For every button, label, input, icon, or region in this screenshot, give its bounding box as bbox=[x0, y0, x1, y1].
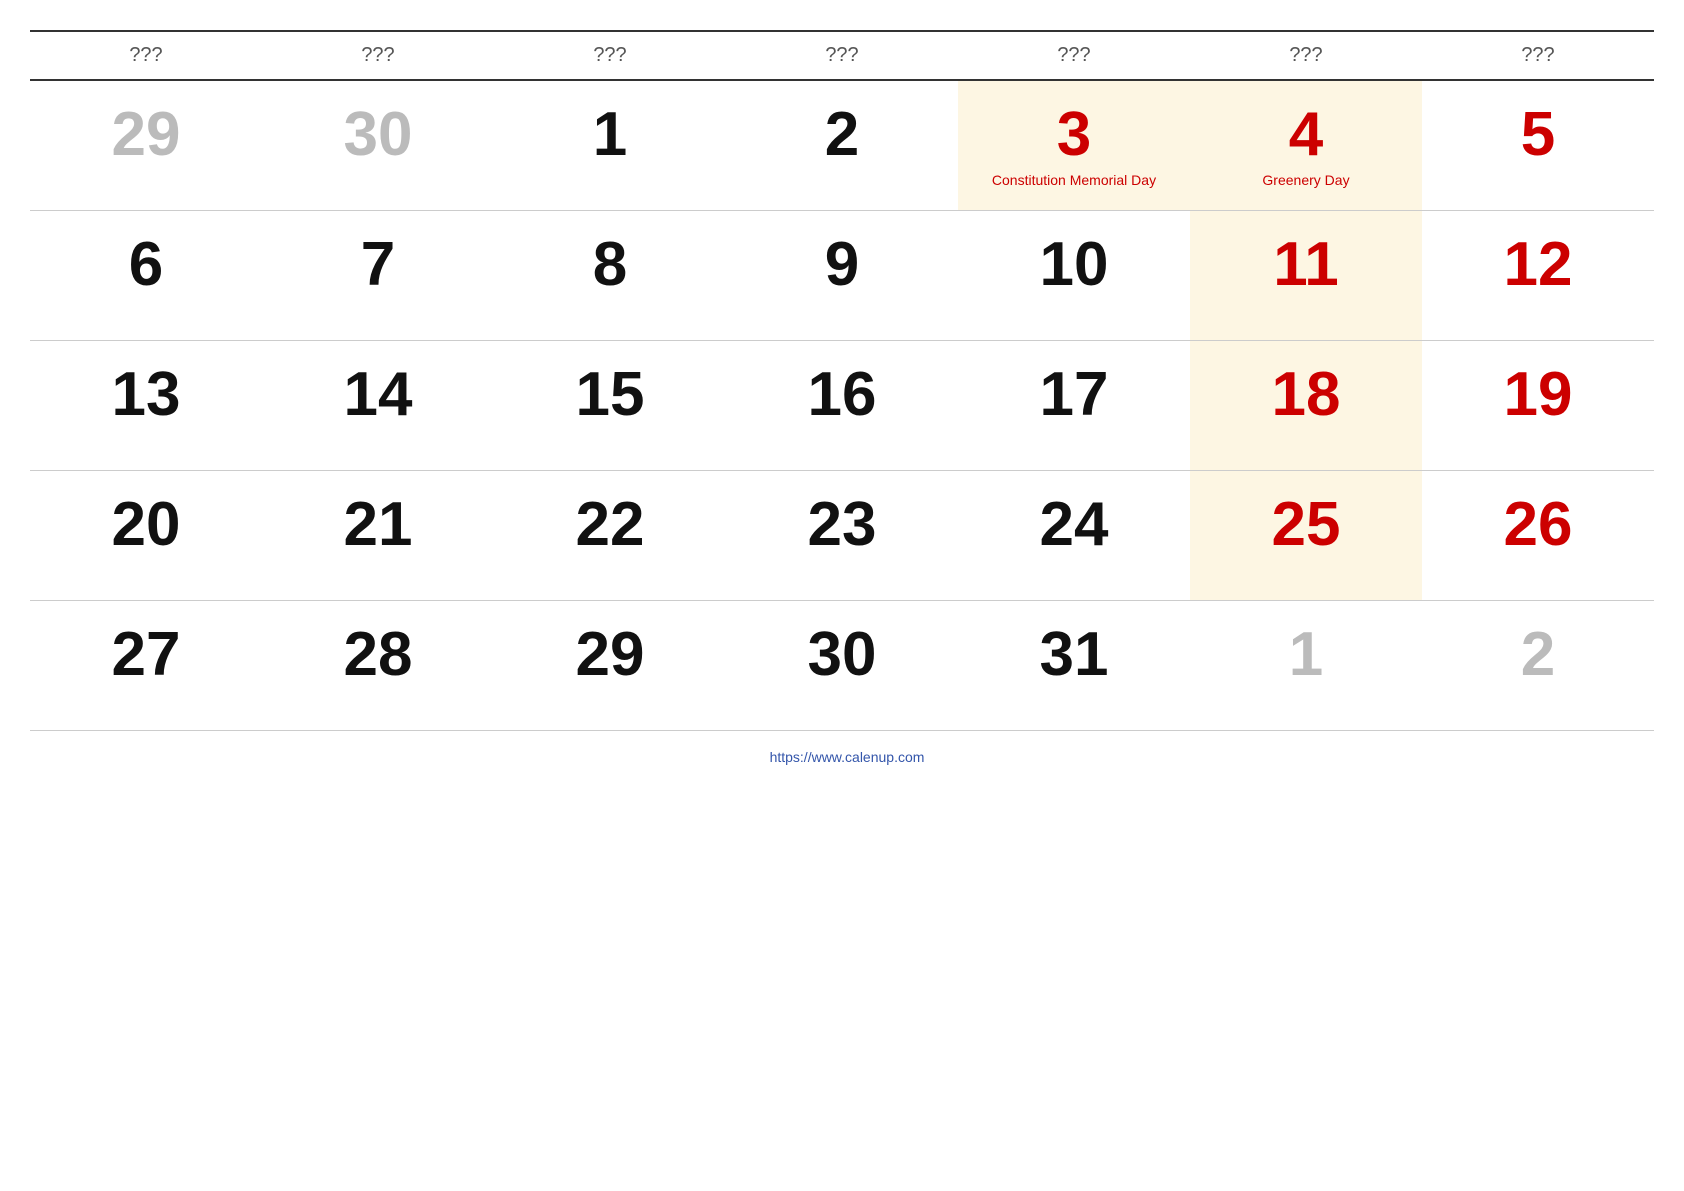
day-number: 19 bbox=[1432, 359, 1644, 430]
day-number: 23 bbox=[736, 489, 948, 560]
day-cell-3-2: 22 bbox=[494, 470, 726, 600]
day-cell-2-2: 15 bbox=[494, 340, 726, 470]
day-cell-2-1: 14 bbox=[262, 340, 494, 470]
week-row-3: 20 21 22 23 24 25 26 bbox=[30, 470, 1654, 600]
weekday-header-3: ??? bbox=[726, 31, 958, 80]
day-cell-4-6: 2 bbox=[1422, 600, 1654, 730]
day-number: 9 bbox=[736, 229, 948, 300]
day-cell-0-6: 5 bbox=[1422, 80, 1654, 210]
day-number: 22 bbox=[504, 489, 716, 560]
day-cell-1-0: 6 bbox=[30, 210, 262, 340]
day-number: 6 bbox=[40, 229, 252, 300]
day-number: 10 bbox=[968, 229, 1180, 300]
day-cell-3-1: 21 bbox=[262, 470, 494, 600]
day-cell-4-2: 29 bbox=[494, 600, 726, 730]
weekday-header-5: ??? bbox=[1190, 31, 1422, 80]
day-number: 30 bbox=[736, 619, 948, 690]
day-cell-0-2: 1 bbox=[494, 80, 726, 210]
day-number: 1 bbox=[504, 99, 716, 170]
day-number: 25 bbox=[1200, 489, 1412, 560]
weekday-header-row: ????????????????????? bbox=[30, 31, 1654, 80]
day-cell-2-5: 18 bbox=[1190, 340, 1422, 470]
day-number: 4 bbox=[1200, 99, 1412, 170]
weekday-header-1: ??? bbox=[262, 31, 494, 80]
holiday-name: Greenery Day bbox=[1200, 172, 1412, 189]
day-cell-1-4: 10 bbox=[958, 210, 1190, 340]
week-row-1: 6789 10 11 12 bbox=[30, 210, 1654, 340]
day-number: 12 bbox=[1432, 229, 1644, 300]
day-cell-1-6: 12 bbox=[1422, 210, 1654, 340]
day-cell-2-3: 16 bbox=[726, 340, 958, 470]
day-number: 29 bbox=[504, 619, 716, 690]
day-number: 27 bbox=[40, 619, 252, 690]
day-cell-1-3: 9 bbox=[726, 210, 958, 340]
day-number: 20 bbox=[40, 489, 252, 560]
weekday-header-0: ??? bbox=[30, 31, 262, 80]
weekday-header-4: ??? bbox=[958, 31, 1190, 80]
footer: https://www.calenup.com bbox=[30, 749, 1654, 767]
day-number: 17 bbox=[968, 359, 1180, 430]
day-number: 29 bbox=[40, 99, 252, 170]
day-cell-2-4: 17 bbox=[958, 340, 1190, 470]
day-number: 2 bbox=[736, 99, 948, 170]
day-number: 7 bbox=[272, 229, 484, 300]
calendar-table: ????????????????????? 2930123Constitutio… bbox=[30, 30, 1654, 731]
footer-url[interactable]: https://www.calenup.com bbox=[770, 749, 925, 765]
day-number: 11 bbox=[1200, 229, 1412, 300]
day-cell-3-5: 25 bbox=[1190, 470, 1422, 600]
day-cell-4-3: 30 bbox=[726, 600, 958, 730]
day-number: 13 bbox=[40, 359, 252, 430]
day-number: 2 bbox=[1432, 619, 1644, 690]
day-cell-2-0: 13 bbox=[30, 340, 262, 470]
day-cell-1-2: 8 bbox=[494, 210, 726, 340]
day-number: 28 bbox=[272, 619, 484, 690]
day-number: 26 bbox=[1432, 489, 1644, 560]
day-cell-4-5: 1 bbox=[1190, 600, 1422, 730]
day-cell-1-5: 11 bbox=[1190, 210, 1422, 340]
week-row-0: 29 30 123 Constitution Memorial Day 4 Greener… bbox=[30, 80, 1654, 210]
day-cell-0-0: 29 bbox=[30, 80, 262, 210]
day-cell-2-6: 19 bbox=[1422, 340, 1654, 470]
day-number: 14 bbox=[272, 359, 484, 430]
day-number: 24 bbox=[968, 489, 1180, 560]
day-cell-3-3: 23 bbox=[726, 470, 958, 600]
day-cell-4-0: 27 bbox=[30, 600, 262, 730]
day-cell-0-5: 4 Greenery Day bbox=[1190, 80, 1422, 210]
day-number: 8 bbox=[504, 229, 716, 300]
week-row-4: 27 28 29 30 31 12 bbox=[30, 600, 1654, 730]
day-cell-0-4: 3 Constitution Memorial Day bbox=[958, 80, 1190, 210]
day-cell-4-1: 28 bbox=[262, 600, 494, 730]
holiday-name: Constitution Memorial Day bbox=[968, 172, 1180, 189]
day-number: 18 bbox=[1200, 359, 1412, 430]
day-cell-3-6: 26 bbox=[1422, 470, 1654, 600]
weekday-header-6: ??? bbox=[1422, 31, 1654, 80]
day-number: 5 bbox=[1432, 99, 1644, 170]
day-number: 1 bbox=[1200, 619, 1412, 690]
day-cell-1-1: 7 bbox=[262, 210, 494, 340]
day-cell-3-4: 24 bbox=[958, 470, 1190, 600]
week-row-2: 13 14 15 16 17 18 19 bbox=[30, 340, 1654, 470]
day-cell-4-4: 31 bbox=[958, 600, 1190, 730]
weekday-header-2: ??? bbox=[494, 31, 726, 80]
day-cell-3-0: 20 bbox=[30, 470, 262, 600]
day-cell-0-3: 2 bbox=[726, 80, 958, 210]
day-cell-0-1: 30 bbox=[262, 80, 494, 210]
day-number: 31 bbox=[968, 619, 1180, 690]
day-number: 30 bbox=[272, 99, 484, 170]
day-number: 3 bbox=[968, 99, 1180, 170]
day-number: 21 bbox=[272, 489, 484, 560]
day-number: 16 bbox=[736, 359, 948, 430]
day-number: 15 bbox=[504, 359, 716, 430]
